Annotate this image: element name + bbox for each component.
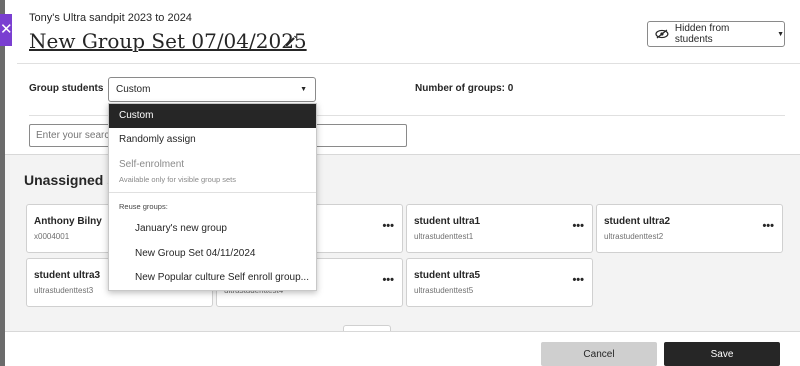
save-button[interactable]: Save [664, 342, 780, 366]
group-students-select[interactable]: Custom ▼ [108, 77, 316, 102]
student-username: ultrastudenttest2 [604, 232, 664, 241]
more-options-icon[interactable]: ••• [382, 274, 394, 286]
visibility-button[interactable]: Hidden from students ▼ [647, 21, 785, 47]
more-options-icon[interactable]: ••• [382, 220, 394, 232]
close-icon[interactable]: ✕ [0, 14, 13, 46]
student-name: student ultra2 [604, 216, 671, 227]
course-name: Tony's Ultra sandpit 2023 to 2024 [29, 12, 192, 24]
student-username: x0004001 [34, 232, 70, 241]
page-title[interactable]: New Group Set 07/04/2025 [29, 29, 307, 53]
reuse-group-option[interactable]: January's new group [135, 223, 227, 234]
student-name: student ultra5 [414, 270, 481, 281]
student-name: Anthony Bilny [34, 216, 102, 227]
caret-down-icon: ▼ [777, 30, 784, 38]
caret-down-icon: ▼ [300, 86, 307, 93]
dropdown-option-randomly-assign[interactable]: Randomly assign [109, 128, 316, 152]
student-username: ultrastudenttest5 [414, 286, 474, 295]
student-card[interactable]: student ultra2 ultrastudenttest2 ••• [596, 204, 783, 253]
group-students-dropdown: Custom Randomly assign Self-enrolment Av… [108, 103, 317, 291]
student-card[interactable]: student ultra5 ultrastudenttest5 ••• [406, 258, 593, 307]
divider [17, 63, 800, 64]
eye-slash-icon [655, 29, 669, 39]
more-options-icon[interactable]: ••• [762, 220, 774, 232]
student-username: ultrastudenttest1 [414, 232, 474, 241]
footer: Cancel Save [5, 331, 800, 366]
group-set-panel: Tony's Ultra sandpit 2023 to 2024 New Gr… [5, 0, 800, 366]
cancel-button[interactable]: Cancel [541, 342, 657, 366]
dropdown-option-self-enrolment: Self-enrolment [119, 159, 185, 170]
self-enrolment-note: Available only for visible group sets [119, 175, 237, 184]
pencil-icon[interactable] [284, 34, 298, 48]
visibility-label: Hidden from students [674, 23, 730, 45]
group-students-label: Group students [29, 83, 104, 94]
student-username: ultrastudenttest3 [34, 286, 94, 295]
reuse-group-option[interactable]: New Group Set 04/11/2024 [135, 248, 255, 259]
reuse-group-option[interactable]: New Popular culture Self enroll group... [135, 272, 309, 283]
more-options-icon[interactable]: ••• [572, 220, 584, 232]
reuse-groups-heading: Reuse groups: [119, 202, 168, 211]
group-students-value: Custom [116, 84, 151, 95]
dropdown-option-custom[interactable]: Custom [109, 104, 316, 128]
student-name: student ultra3 [34, 270, 101, 281]
student-card[interactable]: student ultra1 ultrastudenttest1 ••• [406, 204, 593, 253]
number-of-groups: Number of groups: 0 [415, 83, 514, 94]
student-name: student ultra1 [414, 216, 481, 227]
dropdown-divider [109, 192, 316, 193]
more-options-icon[interactable]: ••• [572, 274, 584, 286]
